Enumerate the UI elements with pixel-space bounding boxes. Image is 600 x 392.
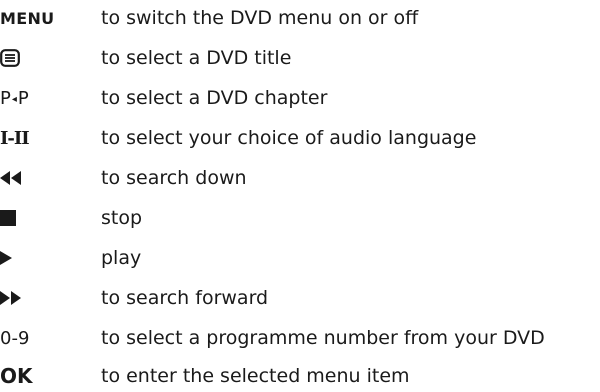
- list-item: to search down: [0, 166, 600, 190]
- key-label-left: P: [0, 87, 11, 109]
- key-label: P◂P: [0, 88, 29, 109]
- audio-key-label: I-II: [0, 126, 95, 150]
- list-item: MENU to switch the DVD menu on or off: [0, 6, 600, 30]
- item-description: to select your choice of audio language: [101, 127, 477, 149]
- list-item: to select a DVD title: [0, 46, 600, 70]
- menu-key-label: MENU: [0, 6, 95, 30]
- list-item: OK to enter the selected menu item: [0, 364, 600, 388]
- list-item: stop: [0, 206, 600, 230]
- teletext-menu-icon: [0, 49, 20, 67]
- digit-key-label: 0-9: [0, 326, 95, 350]
- item-description: to search down: [101, 167, 247, 189]
- item-description: to select a DVD chapter: [101, 87, 328, 109]
- item-description: to search forward: [101, 287, 269, 309]
- play-icon: [0, 251, 12, 265]
- key-icon-cell: [0, 206, 95, 230]
- stop-icon: [0, 210, 16, 226]
- key-label-right: P: [17, 87, 29, 109]
- key-icon-cell: [0, 286, 95, 310]
- item-description: stop: [101, 207, 143, 229]
- key-label: OK: [0, 364, 33, 388]
- key-icon-cell: [0, 46, 95, 70]
- key-icon-cell: [0, 166, 95, 190]
- list-item: I-II to select your choice of audio lang…: [0, 126, 600, 150]
- item-description: play: [101, 247, 142, 269]
- ok-key-label: OK: [0, 364, 95, 388]
- key-label: 0-9: [0, 327, 30, 349]
- item-description: to enter the selected menu item: [101, 365, 410, 387]
- list-item: play: [0, 246, 600, 270]
- item-description: to select a programme number from your D…: [101, 327, 545, 349]
- key-label: MENU: [0, 8, 55, 28]
- fast-forward-icon: [0, 291, 21, 305]
- key-icon-cell: [0, 246, 95, 270]
- item-description: to switch the DVD menu on or off: [101, 7, 419, 29]
- triangle-left-icon: ◂: [11, 93, 17, 105]
- chapter-key-label: P◂P: [0, 86, 95, 110]
- list-item: 0-9 to select a programme number from yo…: [0, 326, 600, 350]
- rewind-icon: [0, 171, 21, 185]
- list-item: P◂P to select a DVD chapter: [0, 86, 600, 110]
- list-item: to search forward: [0, 286, 600, 310]
- item-description: to select a DVD title: [101, 47, 292, 69]
- key-label: I-II: [0, 127, 30, 149]
